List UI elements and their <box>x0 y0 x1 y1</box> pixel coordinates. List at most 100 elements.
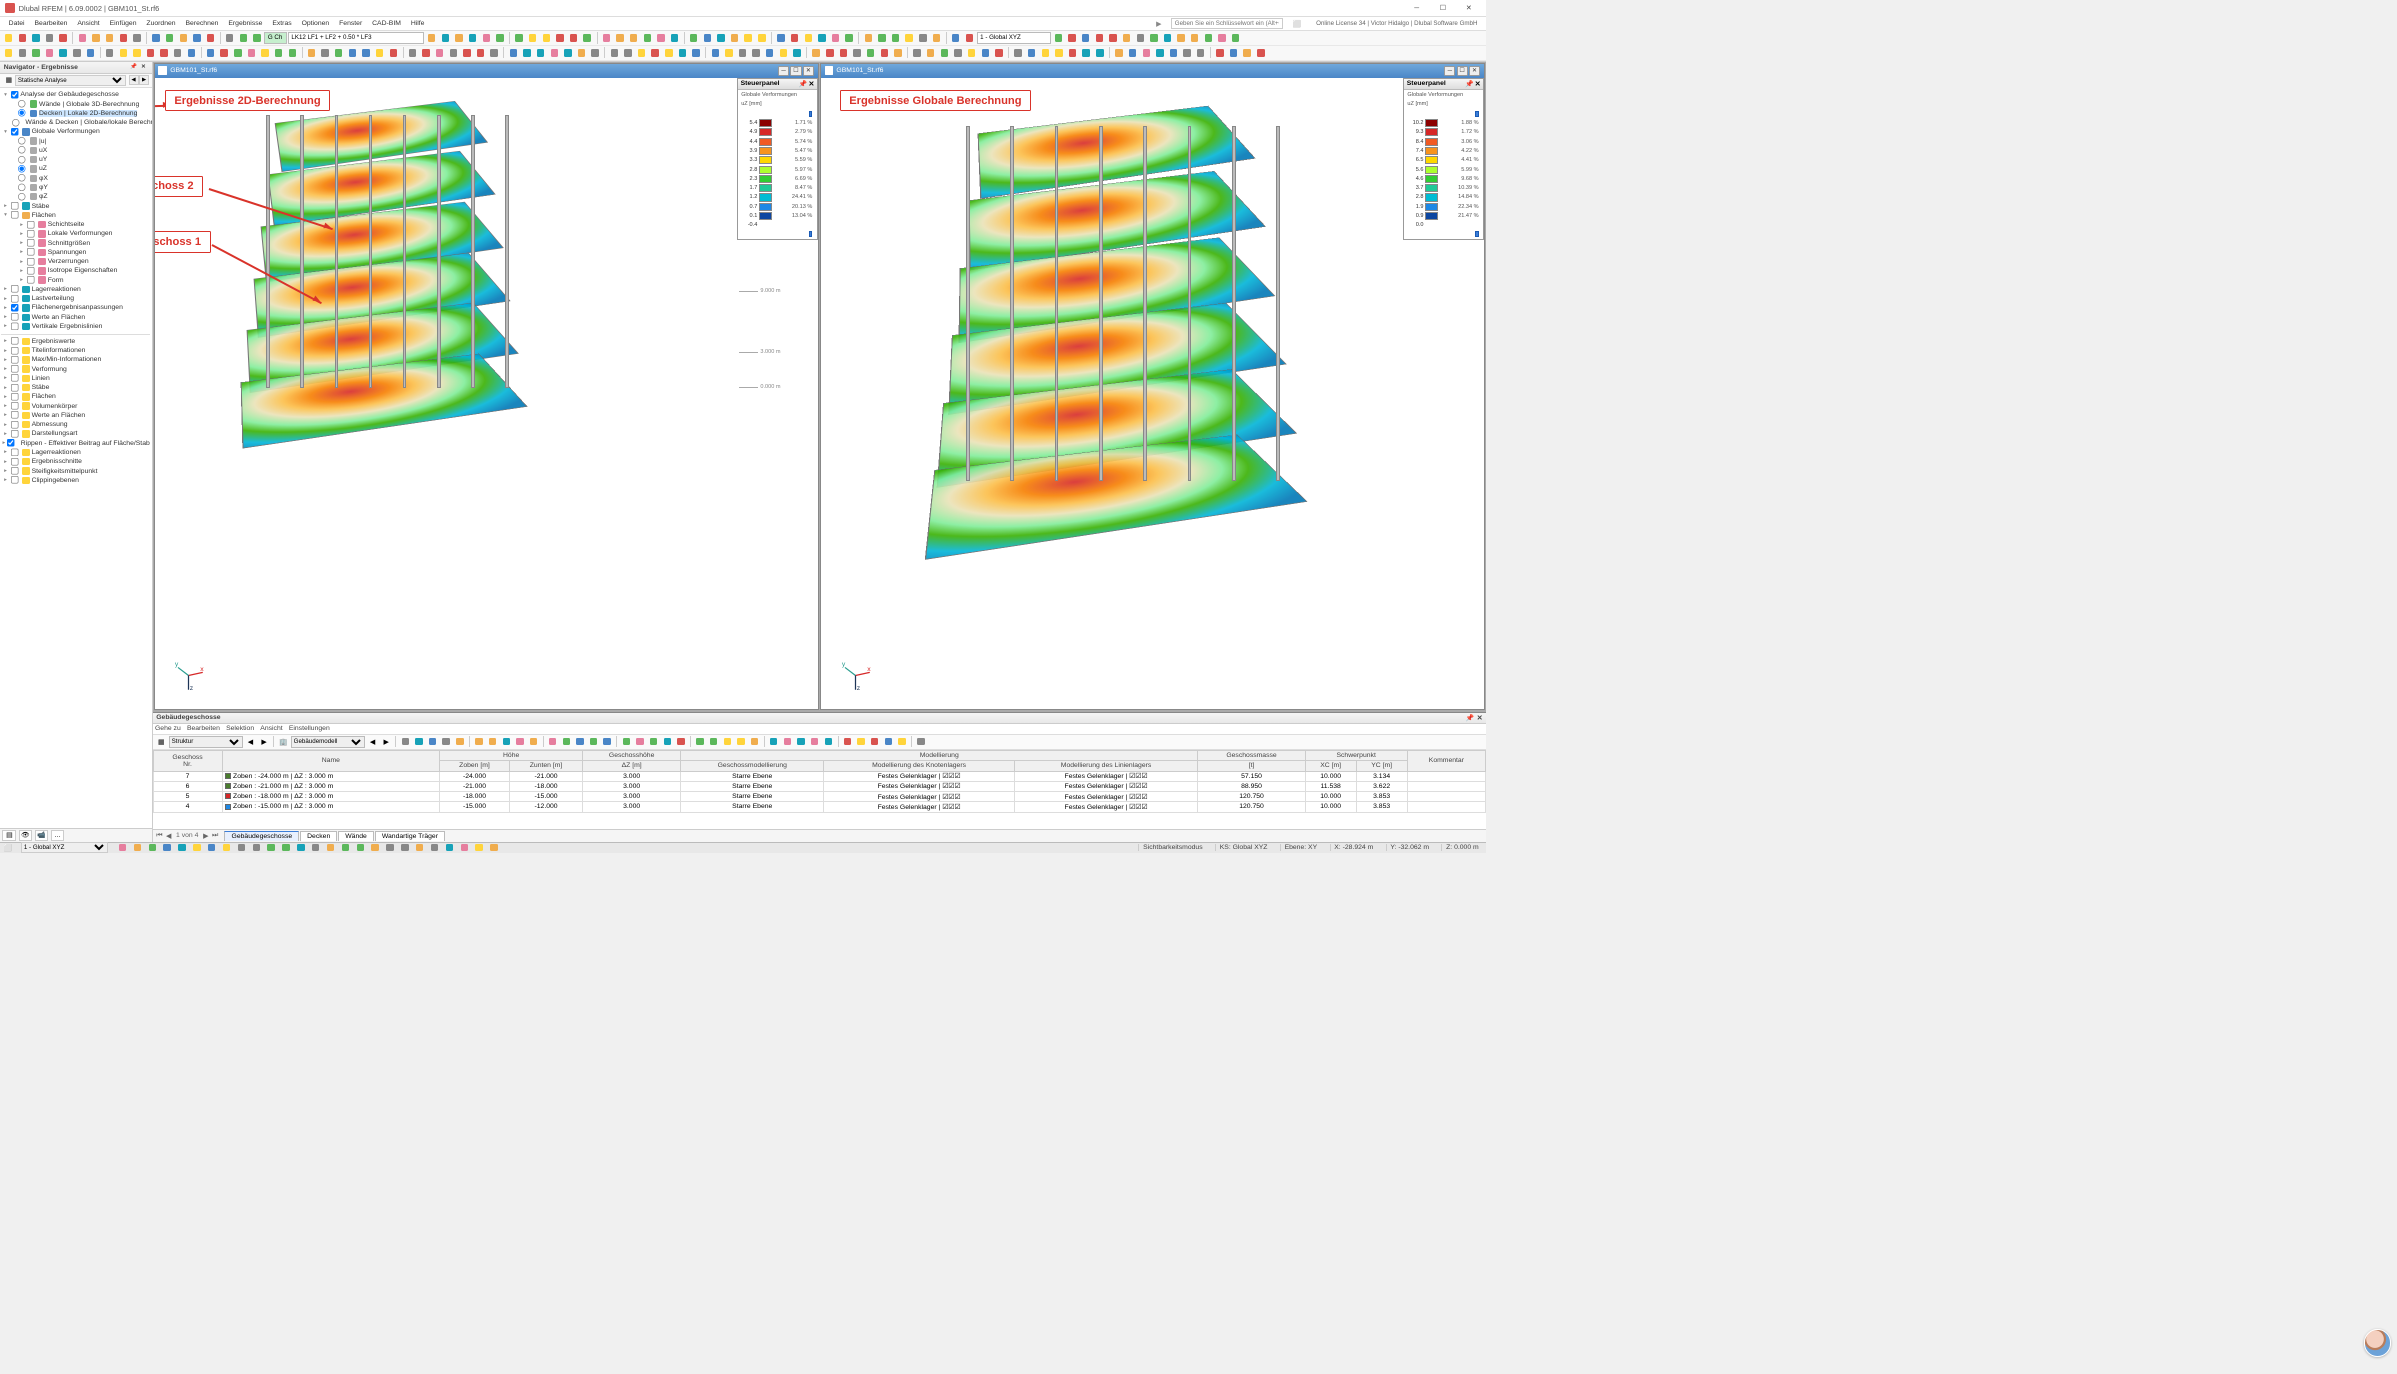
tb1-btn-b18[interactable] <box>688 32 700 44</box>
tb2-btn-41[interactable] <box>589 47 601 59</box>
bt-icon-9[interactable] <box>527 736 539 748</box>
radio-both[interactable] <box>12 119 20 127</box>
tb2-btn-83[interactable] <box>1195 47 1207 59</box>
navigator-tree[interactable]: ▾Analyse der Gebäudegeschosse Wände | Gl… <box>0 88 152 828</box>
chk-o-0[interactable] <box>11 285 19 293</box>
bt-icon-2[interactable] <box>426 736 438 748</box>
tb2-btn-49[interactable] <box>709 47 721 59</box>
tb2-btn-8[interactable] <box>117 47 129 59</box>
tb1-btn-b25[interactable] <box>788 32 800 44</box>
tb1-btn-10[interactable] <box>150 32 162 44</box>
tb1-btn-b8[interactable] <box>540 32 552 44</box>
status-icon-21[interactable] <box>428 842 440 854</box>
bottom-tab-0[interactable]: Gebäudegeschosse <box>224 831 299 841</box>
chk-stabe[interactable] <box>11 202 19 210</box>
bt-icon-6[interactable] <box>486 736 498 748</box>
tb2-btn-20[interactable] <box>286 47 298 59</box>
chk-b-6[interactable] <box>11 393 19 401</box>
tb1-btn-b13[interactable] <box>614 32 626 44</box>
bt-icon-26[interactable] <box>781 736 793 748</box>
chk-Form[interactable] <box>27 276 35 284</box>
tb2-btn-66[interactable] <box>952 47 964 59</box>
nav-prev-button[interactable]: ◀ <box>129 75 139 85</box>
chk-o-1[interactable] <box>11 295 19 303</box>
label-o-1[interactable]: Lastverteilung <box>32 295 74 302</box>
chk-b-8[interactable] <box>11 411 19 419</box>
label-φY[interactable]: φY <box>39 184 48 191</box>
menu-datei[interactable]: Datei <box>4 19 30 28</box>
chk-o-4[interactable] <box>11 322 19 330</box>
status-icon-10[interactable] <box>265 842 277 854</box>
tb2-btn-2[interactable] <box>30 47 42 59</box>
th-linien[interactable]: Modellierung des Linienlagers <box>1014 761 1198 771</box>
bt-building-icon[interactable]: 🏢 <box>277 736 289 748</box>
bt-icon-34[interactable] <box>896 736 908 748</box>
legend-slider-bottom[interactable] <box>809 231 813 237</box>
tb2-btn-32[interactable] <box>461 47 473 59</box>
tb2-btn-40[interactable] <box>575 47 587 59</box>
tb2-btn-13[interactable] <box>185 47 197 59</box>
tb2-btn-42[interactable] <box>608 47 620 59</box>
tb1-btn-b9[interactable] <box>554 32 566 44</box>
sp-right-close-icon[interactable]: ✕ <box>1475 80 1481 88</box>
tab-nav-last[interactable]: ⏭ <box>211 832 220 840</box>
navigator-close-icon[interactable]: ✕ <box>139 63 148 72</box>
nav-tab-view[interactable]: 👁 <box>19 830 33 841</box>
bt-icon-35[interactable] <box>915 736 927 748</box>
chk-Schichtseite[interactable] <box>27 221 35 229</box>
bottom-table[interactable]: GeschossNr. Name Höhe Geschosshöhe Model… <box>153 750 1487 830</box>
bottom-pin-icon[interactable]: 📌 <box>1466 714 1474 722</box>
view-right-close-button[interactable]: ✕ <box>1469 66 1480 76</box>
tab-nav-first[interactable]: ⏮ <box>155 832 164 840</box>
tb1-btn-b0[interactable] <box>426 32 438 44</box>
tb2-btn-10[interactable] <box>144 47 156 59</box>
status-icon-13[interactable] <box>310 842 322 854</box>
status-icon-18[interactable] <box>384 842 396 854</box>
bt-icon-25[interactable] <box>768 736 780 748</box>
tb1-btn-c9[interactable] <box>1175 32 1187 44</box>
menu-optionen[interactable]: Optionen <box>297 19 335 28</box>
chk-b-0[interactable] <box>11 337 19 345</box>
bt-combo-gebaeude[interactable]: Gebäudemodell <box>291 736 365 748</box>
tb1-btn-8[interactable] <box>117 32 129 44</box>
tb2-btn-52[interactable] <box>750 47 762 59</box>
label-both[interactable]: Wände & Decken | Globale/lokale Berechnu… <box>25 119 151 126</box>
status-coord-combo[interactable]: 1 - Global XYZ <box>21 842 108 853</box>
bt-icon-20[interactable] <box>694 736 706 748</box>
tb2-btn-25[interactable] <box>360 47 372 59</box>
th-name[interactable]: Name <box>222 750 440 771</box>
tb2-btn-57[interactable] <box>824 47 836 59</box>
tb1-btn-6[interactable] <box>90 32 102 44</box>
tb1-btn-1[interactable] <box>16 32 28 44</box>
chk-b-14[interactable] <box>11 467 19 475</box>
bt-icon-8[interactable] <box>514 736 526 748</box>
tb2-btn-0[interactable] <box>2 47 14 59</box>
view-right-max-button[interactable]: ☐ <box>1457 66 1468 76</box>
chk-analyse[interactable] <box>11 91 19 99</box>
tb1-btn-9[interactable] <box>131 32 143 44</box>
bt-icon-10[interactable] <box>546 736 558 748</box>
tb1-btn-c1[interactable] <box>1066 32 1078 44</box>
table-row[interactable]: 4 Zoben : -15.000 m | ΔZ : 3.000 m -15.0… <box>153 802 1486 812</box>
tb2-btn-86[interactable] <box>1241 47 1253 59</box>
bt-icon-0[interactable] <box>399 736 411 748</box>
bt-icon-4[interactable] <box>454 736 466 748</box>
tb1-btn-3[interactable] <box>43 32 55 44</box>
tb1-btn-b36[interactable] <box>949 32 961 44</box>
label-b-1[interactable]: Titelinformationen <box>32 347 86 354</box>
nav-next-button[interactable]: ▶ <box>139 75 149 85</box>
label-2d[interactable]: Decken | Lokale 2D-Berechnung <box>39 110 137 117</box>
chk-b-9[interactable] <box>11 421 19 429</box>
chk-b-12[interactable] <box>11 448 19 456</box>
chk-b-4[interactable] <box>11 374 19 382</box>
status-icon-16[interactable] <box>354 842 366 854</box>
tb2-btn-21[interactable] <box>305 47 317 59</box>
status-icon-14[interactable] <box>324 842 336 854</box>
tb1-btn-16[interactable] <box>237 32 249 44</box>
tb2-btn-69[interactable] <box>993 47 1005 59</box>
bt-icon-1[interactable] <box>413 736 425 748</box>
chk-Spannungen[interactable] <box>27 248 35 256</box>
bt-icon-18[interactable] <box>661 736 673 748</box>
th-gmod[interactable]: Geschossmodellierung <box>681 761 824 771</box>
bt-icon-14[interactable] <box>601 736 613 748</box>
